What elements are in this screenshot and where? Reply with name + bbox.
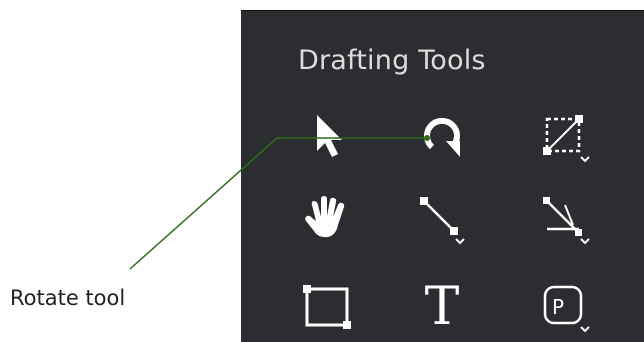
hand-pan-icon bbox=[305, 196, 345, 238]
rectangle-icon bbox=[303, 285, 351, 329]
rotate-tool-button[interactable] bbox=[412, 107, 472, 167]
select-tool-button[interactable] bbox=[297, 107, 357, 167]
arrow-select-icon bbox=[317, 115, 342, 157]
crop-scale-icon bbox=[543, 115, 590, 163]
pan-tool-button[interactable] bbox=[297, 189, 357, 249]
rotate-tool-callout-label: Rotate tool bbox=[10, 286, 126, 310]
dimension-tool-button[interactable] bbox=[535, 189, 595, 249]
drafting-tools-panel: Drafting Tools T P bbox=[241, 10, 644, 342]
rectangle-tool-button[interactable] bbox=[297, 277, 357, 337]
line-tool-button[interactable] bbox=[412, 189, 472, 249]
parking-tool-button[interactable]: P bbox=[535, 277, 595, 337]
line-icon bbox=[420, 197, 465, 245]
text-tool-button[interactable]: T bbox=[412, 277, 472, 337]
text-icon: T bbox=[424, 277, 460, 337]
rotate-icon bbox=[424, 117, 460, 157]
panel-title: Drafting Tools bbox=[298, 45, 486, 76]
scale-tool-button[interactable] bbox=[535, 107, 595, 167]
parking-p-icon bbox=[543, 285, 590, 333]
parking-p-label: P bbox=[552, 295, 565, 319]
angle-dimension-icon bbox=[543, 197, 590, 245]
